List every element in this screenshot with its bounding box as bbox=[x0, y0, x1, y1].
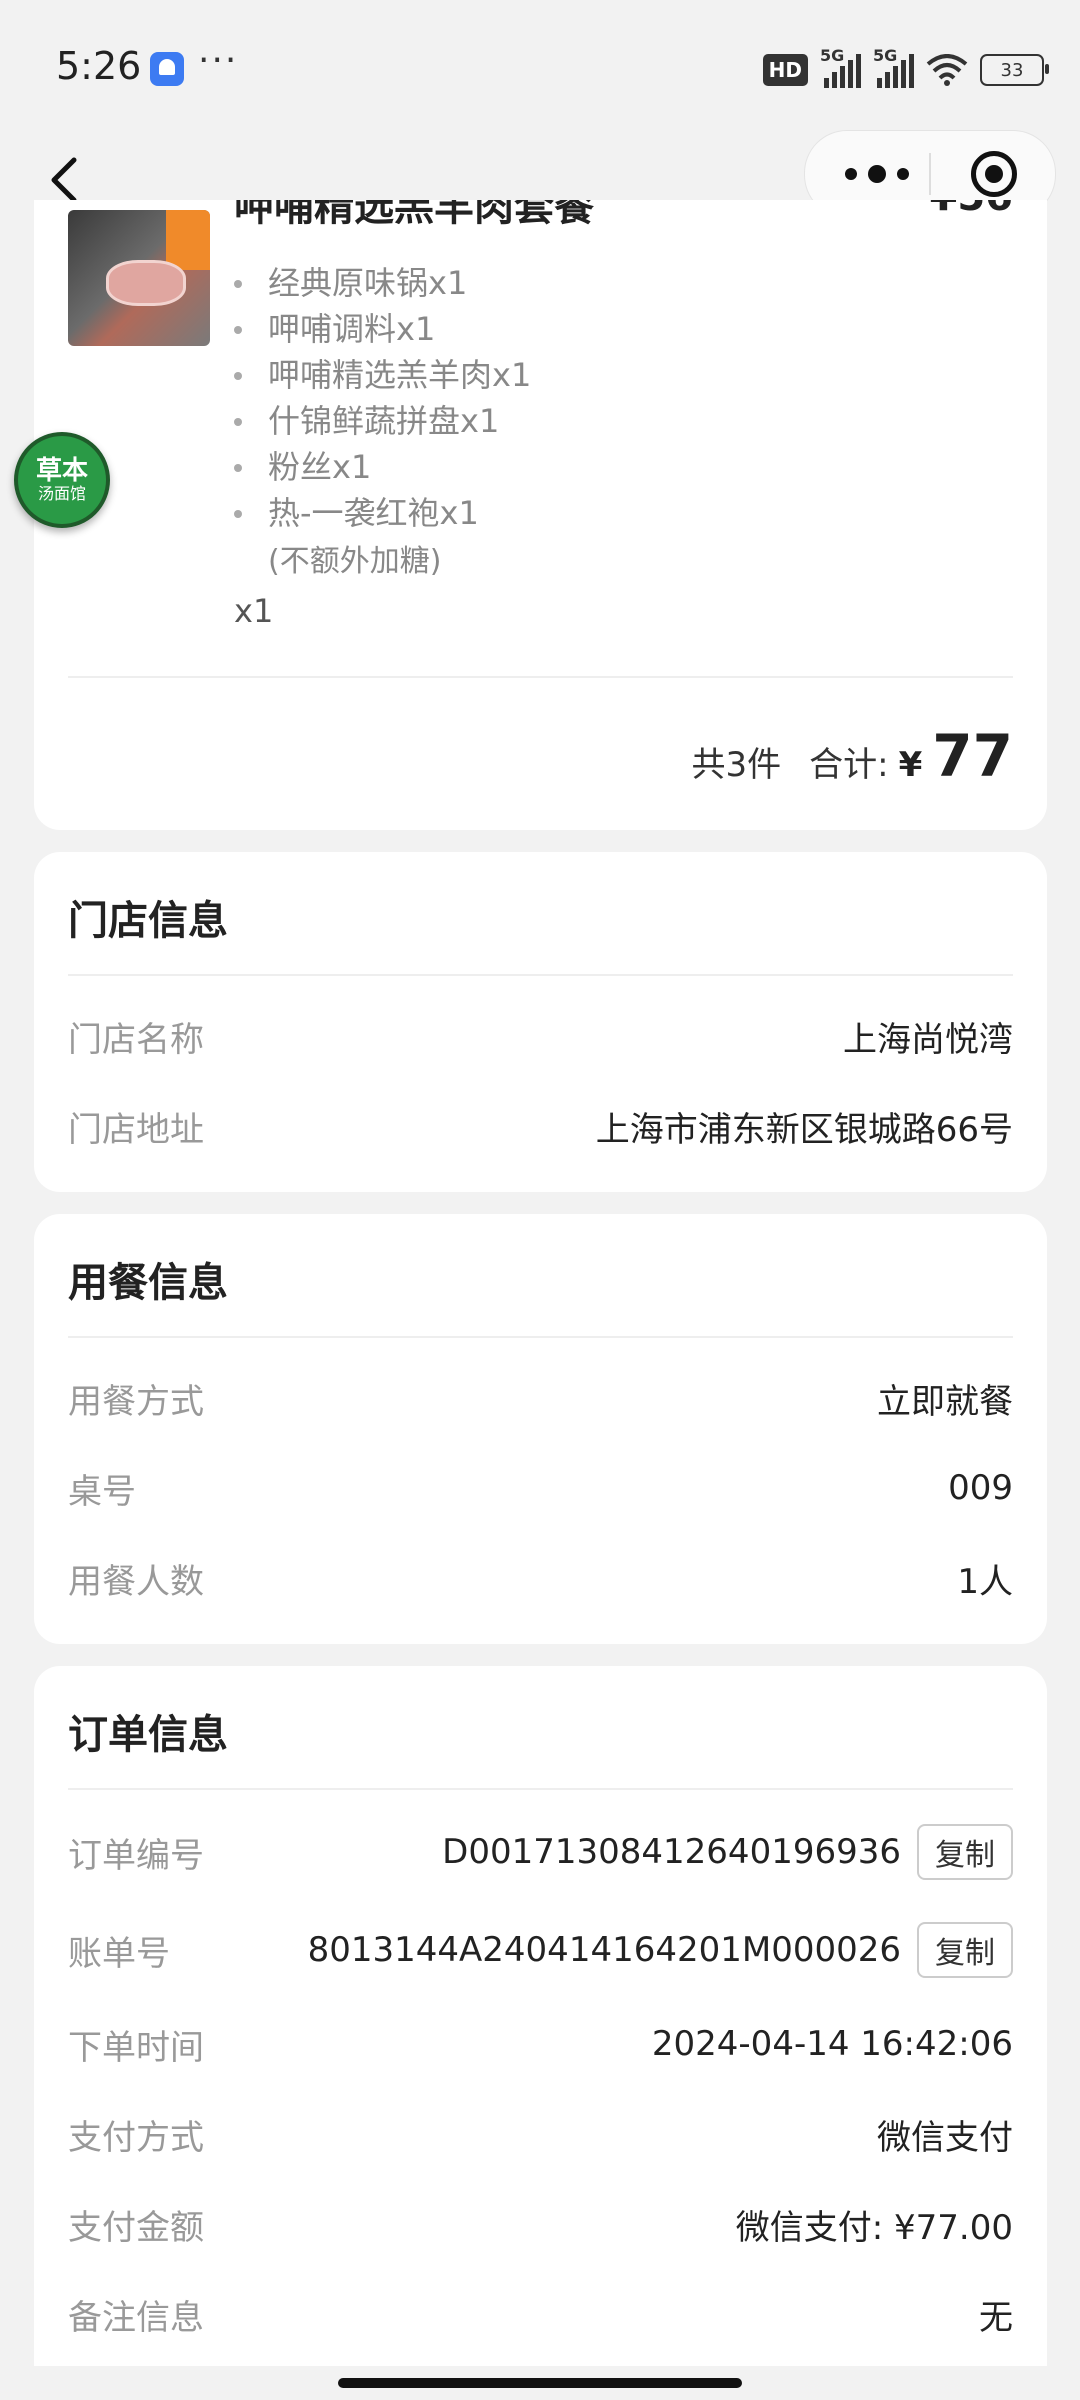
row-label: 支付金额 bbox=[68, 2207, 204, 2248]
divider bbox=[68, 1336, 1013, 1338]
battery-icon: 33 bbox=[980, 54, 1049, 86]
dining-info-card: 用餐信息 用餐方式 立即就餐 桌号 009 用餐人数 1人 bbox=[34, 1214, 1047, 1644]
row-value: 1人 bbox=[957, 1561, 1013, 1602]
store-name-row: 门店名称 上海尚悦湾 bbox=[68, 1006, 1013, 1066]
row-value: 上海尚悦湾 bbox=[843, 1019, 1013, 1060]
product-tag bbox=[166, 210, 210, 270]
table-number-row: 桌号 009 bbox=[68, 1458, 1013, 1518]
status-indicators: HD 5G 5G 33 bbox=[762, 46, 1049, 90]
copy-order-number-button[interactable]: 复制 bbox=[917, 1824, 1013, 1880]
row-label: 下单时间 bbox=[68, 2027, 204, 2068]
close-mini-program-icon[interactable] bbox=[971, 151, 1017, 197]
row-label: 桌号 bbox=[68, 1471, 136, 1512]
row-label: 门店名称 bbox=[68, 1019, 204, 1060]
row-label: 备注信息 bbox=[68, 2297, 204, 2338]
divider bbox=[68, 676, 1013, 678]
more-options-icon[interactable] bbox=[837, 151, 917, 197]
remarks-row: 备注信息 无 bbox=[68, 2284, 1013, 2344]
dining-info-title: 用餐信息 bbox=[68, 1260, 228, 1306]
party-size-row: 用餐人数 1人 bbox=[68, 1548, 1013, 1608]
payment-method-row: 支付方式 微信支付 bbox=[68, 2104, 1013, 2164]
row-value: 微信支付 bbox=[877, 2117, 1013, 2158]
capsule-divider bbox=[929, 153, 931, 195]
divider bbox=[68, 1788, 1013, 1790]
product-meat bbox=[106, 260, 186, 306]
item-quantity: x1 bbox=[234, 592, 274, 630]
item-note: (不额外加糖) bbox=[268, 544, 442, 579]
signal-icon-2: 5G bbox=[873, 46, 914, 88]
store-badge-line2: 汤面馆 bbox=[37, 484, 86, 503]
list-item: 呷哺调料x1 bbox=[234, 306, 531, 352]
store-info-card: 门店信息 门店名称 上海尚悦湾 门店地址 上海市浦东新区银城路66号 bbox=[34, 852, 1047, 1192]
copy-bill-number-button[interactable]: 复制 bbox=[917, 1922, 1013, 1978]
notification-bell-icon bbox=[150, 52, 184, 86]
item-title: 呷哺精选羔羊肉套餐 bbox=[234, 200, 594, 230]
list-item: 什锦鲜蔬拼盘x1 bbox=[234, 398, 531, 444]
row-value: 无 bbox=[979, 2297, 1013, 2338]
bill-number-row: 账单号 8013144A240414164201M000026 复制 bbox=[68, 1920, 1013, 1980]
row-label: 用餐人数 bbox=[68, 1561, 204, 1602]
order-item-card: 呷哺精选羔羊肉套餐 ¥56 经典原味锅x1 呷哺调料x1 呷哺精选羔羊肉x1 什… bbox=[34, 200, 1047, 830]
row-label: 支付方式 bbox=[68, 2117, 204, 2158]
row-value: 立即就餐 bbox=[877, 1381, 1013, 1422]
hd-voice-icon: HD bbox=[762, 54, 808, 86]
row-value: 009 bbox=[948, 1468, 1013, 1508]
dining-mode-row: 用餐方式 立即就餐 bbox=[68, 1368, 1013, 1428]
order-number-row: 订单编号 D00171308412640196936 复制 bbox=[68, 1822, 1013, 1882]
list-item: 粉丝x1 bbox=[234, 444, 531, 490]
order-number-value: D00171308412640196936 bbox=[442, 1832, 901, 1872]
row-value-group: D00171308412640196936 复制 bbox=[442, 1824, 1013, 1880]
status-more-icon: ··· bbox=[198, 40, 239, 81]
order-time-row: 下单时间 2024-04-14 16:42:06 bbox=[68, 2014, 1013, 2074]
payment-amount-row: 支付金额 微信支付: ¥77.00 bbox=[68, 2194, 1013, 2254]
signal-icon: 5G bbox=[820, 46, 861, 88]
total-amount: 77 bbox=[932, 722, 1013, 790]
wifi-icon bbox=[926, 54, 968, 86]
row-value: 微信支付: ¥77.00 bbox=[735, 2207, 1013, 2248]
row-label: 账单号 bbox=[68, 1933, 170, 1974]
store-address-row: 门店地址 上海市浦东新区银城路66号 bbox=[68, 1096, 1013, 1156]
list-item: 热-一袭红袍x1 bbox=[234, 490, 531, 536]
store-info-title: 门店信息 bbox=[68, 898, 228, 944]
divider bbox=[68, 974, 1013, 976]
row-value-group: 8013144A240414164201M000026 复制 bbox=[308, 1922, 1013, 1978]
list-item: 呷哺精选羔羊肉x1 bbox=[234, 352, 531, 398]
item-count: 共3件 bbox=[691, 745, 782, 785]
status-bar: 5:26 ··· HD 5G 5G 33 bbox=[0, 0, 1080, 140]
total-label: 合计: bbox=[809, 745, 889, 785]
product-image bbox=[68, 210, 210, 346]
order-total: 共3件 合计: ¥ 77 bbox=[692, 722, 1014, 790]
item-price: ¥56 bbox=[930, 200, 1014, 220]
bill-number-value: 8013144A240414164201M000026 bbox=[307, 1930, 901, 1970]
status-time: 5:26 bbox=[56, 44, 142, 88]
order-info-title: 订单信息 bbox=[68, 1712, 228, 1758]
store-logo-badge[interactable]: 草本 汤面馆 bbox=[14, 432, 110, 528]
row-label: 门店地址 bbox=[68, 1109, 204, 1150]
currency-symbol: ¥ bbox=[898, 745, 923, 785]
order-info-card: 订单信息 订单编号 D00171308412640196936 复制 账单号 8… bbox=[34, 1666, 1047, 2366]
row-value: 上海市浦东新区银城路66号 bbox=[595, 1109, 1013, 1150]
row-value: 2024-04-14 16:42:06 bbox=[651, 2024, 1013, 2064]
store-badge-line1: 草本 bbox=[35, 456, 88, 486]
row-label: 用餐方式 bbox=[68, 1381, 204, 1422]
row-label: 订单编号 bbox=[68, 1835, 204, 1876]
home-indicator[interactable] bbox=[338, 2378, 742, 2388]
item-components-list: 经典原味锅x1 呷哺调料x1 呷哺精选羔羊肉x1 什锦鲜蔬拼盘x1 粉丝x1 热… bbox=[234, 260, 531, 536]
list-item: 经典原味锅x1 bbox=[234, 260, 531, 306]
